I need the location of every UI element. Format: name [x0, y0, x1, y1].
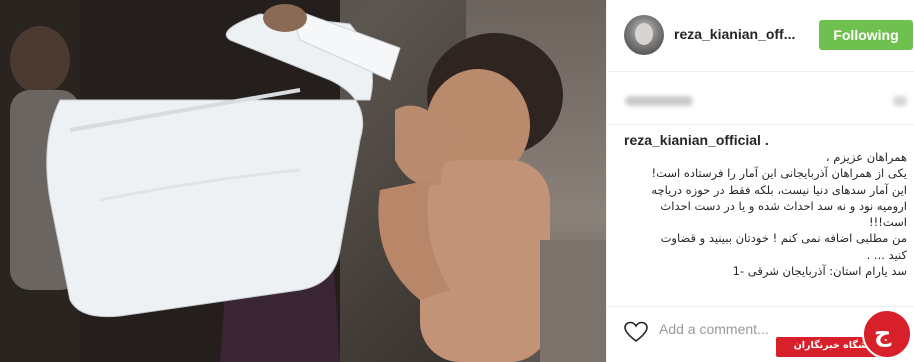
- watermark-logo-glyph: ج: [874, 319, 892, 347]
- caption-line: همراهان عزیزم ،: [825, 150, 907, 164]
- heart-outline-icon[interactable]: [624, 321, 648, 343]
- caption-username[interactable]: reza_kianian_official .: [624, 131, 907, 149]
- post-meta: [607, 72, 914, 125]
- photo-illustration: [10, 0, 606, 362]
- caption-line: است!!!: [869, 215, 907, 230]
- caption-line: ارومیه نود و نه سد احداث شده و یا در دست…: [660, 198, 907, 213]
- header-username[interactable]: reza_kianian_off...: [674, 26, 795, 42]
- post-caption: reza_kianian_official . همراهان عزیزم ، …: [624, 131, 907, 279]
- avatar[interactable]: [624, 15, 664, 55]
- caption-line: این آمار سدهای دنیا نیست، بلکه فقط در حو…: [651, 182, 907, 197]
- caption-line: من مطلبی اضافه نمی کنم ! خودتان ببینید و…: [660, 231, 907, 246]
- add-comment-input[interactable]: Add a comment...: [659, 321, 769, 337]
- post-photo: [0, 0, 606, 362]
- timestamp-blurred: [893, 96, 907, 106]
- avatar-face: [635, 23, 653, 45]
- watermark-logo-icon: ج: [862, 309, 912, 359]
- caption-line: کنید ... .: [866, 247, 907, 262]
- likes-count-blurred: [625, 96, 693, 106]
- post-header: reza_kianian_off... Following: [607, 0, 914, 72]
- watermark-badge: باشگاه خبرنگاران ج: [776, 305, 914, 362]
- following-button[interactable]: Following: [819, 20, 913, 50]
- caption-line: سد یارام استان: آذربایجان شرقی -1: [732, 264, 907, 279]
- caption-line: یکی از همراهان آذربایجانی این آمار را فر…: [651, 166, 907, 181]
